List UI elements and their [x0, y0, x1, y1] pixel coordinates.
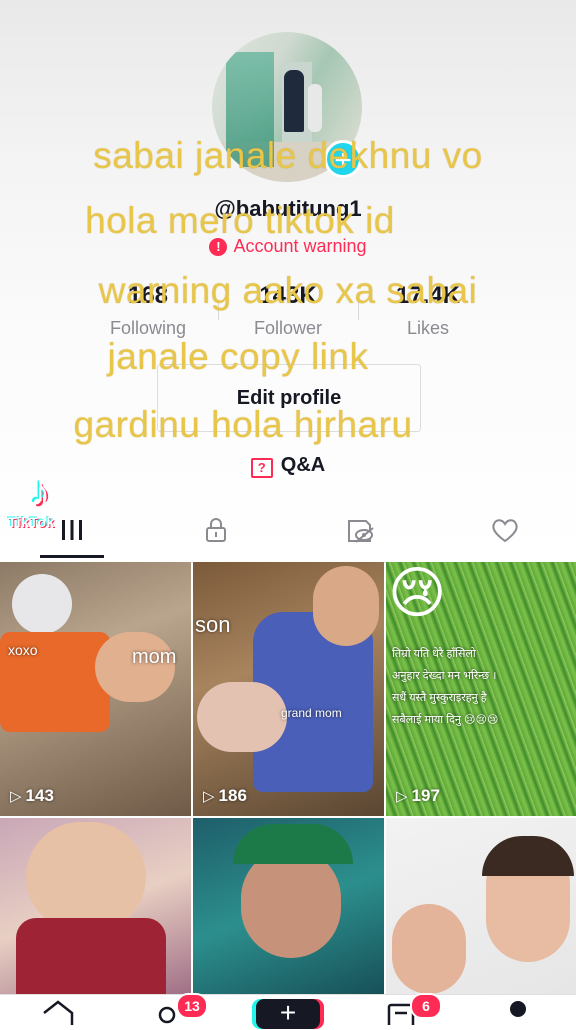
notifications-badge: 6 — [410, 993, 442, 1019]
overlay-caption-line: hola mero tiktok id — [85, 200, 395, 241]
video-caption: 😢 — [388, 562, 447, 624]
overlay-caption-line: warning aako xa sabai — [98, 270, 478, 311]
profile-icon — [510, 1001, 526, 1017]
heart-icon — [492, 519, 518, 543]
face-shape — [26, 822, 146, 932]
video-thumbnail[interactable]: xoxo mom ▷ 143 — [0, 562, 191, 816]
active-tab-indicator — [40, 555, 104, 558]
video-caption: mom — [132, 646, 177, 668]
tab-private[interactable] — [144, 506, 288, 560]
home-icon — [43, 1000, 74, 1025]
hat-shape — [233, 824, 353, 864]
tab-hidden[interactable] — [288, 506, 432, 560]
play-icon: ▷ — [396, 788, 408, 805]
shirt-shape — [16, 918, 166, 994]
video-thumbnail[interactable] — [386, 818, 576, 994]
face-shape — [241, 848, 341, 958]
hair-shape — [482, 836, 574, 876]
grid-icon — [62, 520, 82, 540]
plus-icon: + — [279, 997, 297, 1028]
overlay-caption-line: janale copy link — [107, 336, 369, 377]
tab-videos[interactable] — [0, 506, 144, 560]
qa-label: Q&A — [280, 454, 326, 476]
video-grid: xoxo mom ▷ 143 son grand mom ▷ 186 😢 तिम्र… — [0, 562, 576, 994]
video-caption: तिम्रो यति धेरै हाँसिलो — [392, 648, 476, 660]
video-caption: सबैलाई माया दिनु 😢😢😢 — [392, 714, 499, 726]
face-shape — [392, 904, 466, 994]
video-caption: son — [195, 612, 231, 637]
fan-shape — [12, 574, 72, 634]
profile-button[interactable] — [506, 999, 530, 1030]
qa-icon: ? — [250, 458, 273, 478]
video-caption: xoxo — [8, 642, 38, 658]
bottom-navigation: 13 + 6 — [0, 993, 576, 1029]
create-button[interactable]: + — [256, 999, 320, 1029]
overlay-caption-line: sabai janale dekhnu vo — [93, 135, 483, 176]
inbox-notification-badge: 13 — [176, 993, 208, 1019]
face-shape — [313, 566, 379, 646]
play-icon: ▷ — [10, 788, 22, 805]
lock-icon — [206, 518, 226, 542]
qa-link[interactable]: ? Q&A — [0, 454, 576, 478]
video-thumbnail[interactable]: son grand mom ▷ 186 — [193, 562, 384, 816]
home-button[interactable] — [40, 999, 76, 1030]
video-thumbnail[interactable] — [193, 818, 384, 994]
overlay-caption-line: gardinu hola hjrharu — [73, 404, 413, 445]
view-count: ▷ 197 — [396, 786, 440, 805]
video-caption: अनुहार देख्दा मन भरिन्छ । — [392, 670, 497, 682]
video-thumbnail[interactable]: 😢 तिम्रो यति धेरै हाँसिलो अनुहार देख्दा … — [386, 562, 576, 816]
baby-shape — [197, 682, 287, 752]
play-icon: ▷ — [203, 788, 215, 805]
video-caption: grand mom — [281, 706, 342, 720]
eye-off-icon — [348, 520, 374, 543]
view-count: ▷ 143 — [10, 786, 54, 805]
video-thumbnail[interactable] — [0, 818, 191, 994]
view-count: ▷ 186 — [203, 786, 247, 805]
video-caption: सधैं यस्तै मुस्कुराइरहनु है — [392, 692, 487, 704]
tab-liked[interactable] — [432, 506, 576, 560]
